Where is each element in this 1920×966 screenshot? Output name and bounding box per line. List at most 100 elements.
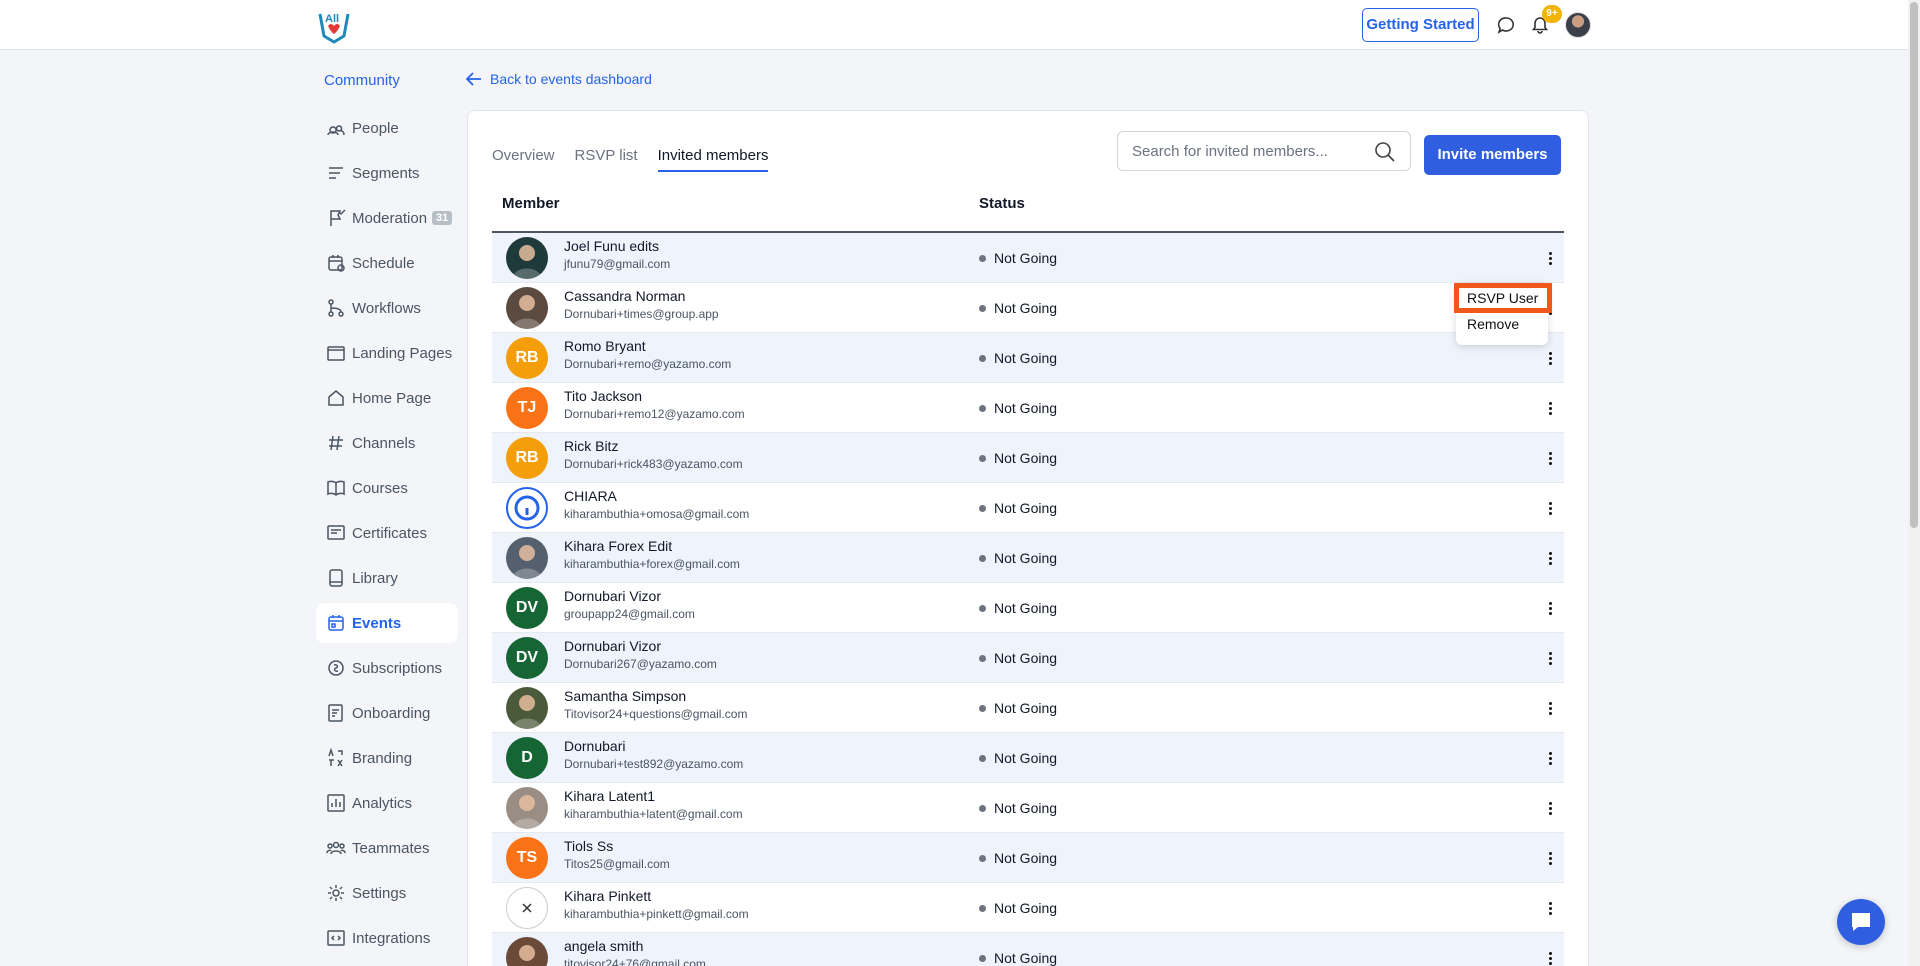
more-options-icon[interactable] xyxy=(1542,897,1558,919)
more-options-icon[interactable] xyxy=(1542,397,1558,419)
table-row[interactable]: RB Romo Bryant Dornubari+remo@yazamo.com No… xyxy=(492,333,1564,383)
event-tabs: Overview RSVP list Invited members xyxy=(492,147,769,172)
avatar xyxy=(506,687,548,729)
status-dot xyxy=(979,304,986,312)
sidebar-item-subscriptions[interactable]: Subscriptions xyxy=(316,648,458,688)
sidebar-item-events[interactable]: Events xyxy=(316,603,458,643)
member-name: Cassandra Norman xyxy=(564,288,686,304)
status-label: Not Going xyxy=(994,350,1058,366)
support-chat-button[interactable] xyxy=(1837,899,1885,945)
sidebar-item-segments[interactable]: Segments xyxy=(316,153,458,193)
member-name: Dornubari Vizor xyxy=(564,638,662,654)
sidebar-item-label: Integrations xyxy=(352,929,431,947)
more-options-icon[interactable] xyxy=(1542,247,1558,269)
table-row[interactable]: Kihara Pinkett kiharambuthia+pinkett@gmai… xyxy=(492,883,1564,933)
sidebar-item-landing-pages[interactable]: Landing Pages xyxy=(316,333,458,373)
more-options-icon[interactable] xyxy=(1542,847,1558,869)
table-row[interactable]: CHIARA kiharambuthia+omosa@gmail.com Not G… xyxy=(492,483,1564,533)
status-dot xyxy=(979,754,986,762)
more-options-icon[interactable] xyxy=(1542,647,1558,669)
more-options-icon[interactable] xyxy=(1542,497,1558,519)
table-row[interactable]: TJ Tito Jackson Dornubari+remo12@yazamo.co… xyxy=(492,383,1564,433)
invited-members-card: Overview RSVP list Invited members Invit… xyxy=(467,110,1589,966)
page-scrollbar[interactable] xyxy=(1908,0,1920,966)
more-options-icon[interactable] xyxy=(1542,697,1558,719)
avatar: RB xyxy=(506,437,548,479)
sidebar-item-channels[interactable]: Channels xyxy=(316,423,458,463)
sidebar-item-schedule[interactable]: Schedule xyxy=(316,243,458,283)
more-options-icon[interactable] xyxy=(1542,597,1558,619)
search-icon[interactable] xyxy=(1374,141,1396,163)
search-input[interactable] xyxy=(1118,142,1358,160)
status-label: Not Going xyxy=(994,250,1058,266)
table-row[interactable]: TS Tiols Ss Titos25@gmail.com Not Going xyxy=(492,833,1564,883)
sidebar-item-home-page[interactable]: Home Page xyxy=(316,378,458,418)
schedule-icon xyxy=(326,253,346,273)
tab-overview[interactable]: Overview xyxy=(492,147,555,172)
sidebar-item-library[interactable]: Library xyxy=(316,558,458,598)
sidebar-title[interactable]: Community xyxy=(324,72,400,89)
sidebar-item-certificates[interactable]: Certificates xyxy=(316,513,458,553)
avatar xyxy=(506,937,548,966)
table-row[interactable]: DV Dornubari Vizor Dornubari267@yazamo.com… xyxy=(492,633,1564,683)
status-dot xyxy=(979,354,986,362)
back-to-events-link[interactable]: Back to events dashboard xyxy=(466,71,652,87)
member-name: Rick Bitz xyxy=(564,438,619,454)
more-options-icon[interactable] xyxy=(1542,747,1558,769)
table-row[interactable]: RB Rick Bitz Dornubari+rick483@yazamo.com N… xyxy=(492,433,1564,483)
remove-menu-item[interactable]: Remove xyxy=(1467,313,1519,335)
invite-members-button[interactable]: Invite members xyxy=(1424,135,1561,175)
sidebar-item-branding[interactable]: Branding xyxy=(316,738,458,778)
status-dot xyxy=(979,254,986,262)
more-options-icon[interactable] xyxy=(1542,947,1558,966)
member-email: kiharambuthia+latent@gmail.com xyxy=(564,807,743,821)
table-row[interactable]: DV Dornubari Vizor groupapp24@gmail.com Not… xyxy=(492,583,1564,633)
table-row[interactable]: angela smith titovisor24+76@gmail.com Not … xyxy=(492,933,1564,966)
sidebar-item-settings[interactable]: Settings xyxy=(316,873,458,913)
more-options-icon[interactable] xyxy=(1542,797,1558,819)
certificate-icon xyxy=(326,523,346,543)
tab-rsvp-list[interactable]: RSVP list xyxy=(575,147,638,172)
status-label: Not Going xyxy=(994,500,1058,516)
people-icon xyxy=(326,118,346,138)
sidebar-item-teammates[interactable]: Teammates xyxy=(316,828,458,868)
app-logo[interactable]: All xyxy=(316,6,352,44)
sidebar-item-integrations[interactable]: Integrations xyxy=(316,918,458,958)
tab-invited-members[interactable]: Invited members xyxy=(657,147,769,172)
status-cell: Not Going xyxy=(979,450,1057,466)
more-options-icon[interactable] xyxy=(1542,547,1558,569)
table-row[interactable]: Joel Funu edits jfunu79@gmail.com Not Goin… xyxy=(492,233,1564,283)
status-label: Not Going xyxy=(994,300,1058,316)
table-row[interactable]: Kihara Forex Edit kiharambuthia+forex@gma… xyxy=(492,533,1564,583)
home-icon xyxy=(326,388,346,408)
more-options-icon[interactable] xyxy=(1542,347,1558,369)
user-avatar[interactable] xyxy=(1565,12,1591,38)
table-row[interactable]: Samantha Simpson Titovisor24+questions@gm… xyxy=(492,683,1564,733)
sidebar-item-courses[interactable]: Courses xyxy=(316,468,458,508)
getting-started-button[interactable]: Getting Started xyxy=(1362,8,1479,42)
table-row[interactable]: Cassandra Norman Dornubari+times@group.ap… xyxy=(492,283,1564,333)
scrollbar-thumb[interactable] xyxy=(1910,2,1918,528)
status-label: Not Going xyxy=(994,700,1058,716)
avatar: TJ xyxy=(506,387,548,429)
rsvp-user-menu-item[interactable]: RSVP User xyxy=(1454,283,1552,313)
status-dot xyxy=(979,404,986,412)
sidebar-item-moderation[interactable]: Moderation 31 xyxy=(316,198,458,238)
sidebar-item-people[interactable]: People xyxy=(316,108,458,148)
status-dot xyxy=(979,954,986,962)
chat-icon[interactable] xyxy=(1495,14,1517,36)
table-row[interactable]: D Dornubari Dornubari+test892@yazamo.com No… xyxy=(492,733,1564,783)
member-name: Dornubari Vizor xyxy=(564,588,662,604)
status-label: Not Going xyxy=(994,400,1058,416)
sidebar-item-analytics[interactable]: Analytics xyxy=(316,783,458,823)
sidebar-item-label: Settings xyxy=(352,884,407,902)
sidebar-item-label: Courses xyxy=(352,479,408,497)
arrow-left-icon xyxy=(466,72,481,86)
sidebar-item-workflows[interactable]: Workflows xyxy=(316,288,458,328)
sidebar-item-onboarding[interactable]: Onboarding xyxy=(316,693,458,733)
member-email: kiharambuthia+forex@gmail.com xyxy=(564,557,740,571)
sidebar-item-label: Certificates xyxy=(352,524,428,542)
more-options-icon[interactable] xyxy=(1542,447,1558,469)
branding-icon xyxy=(326,748,346,768)
table-row[interactable]: Kihara Latent1 kiharambuthia+latent@gmail… xyxy=(492,783,1564,833)
